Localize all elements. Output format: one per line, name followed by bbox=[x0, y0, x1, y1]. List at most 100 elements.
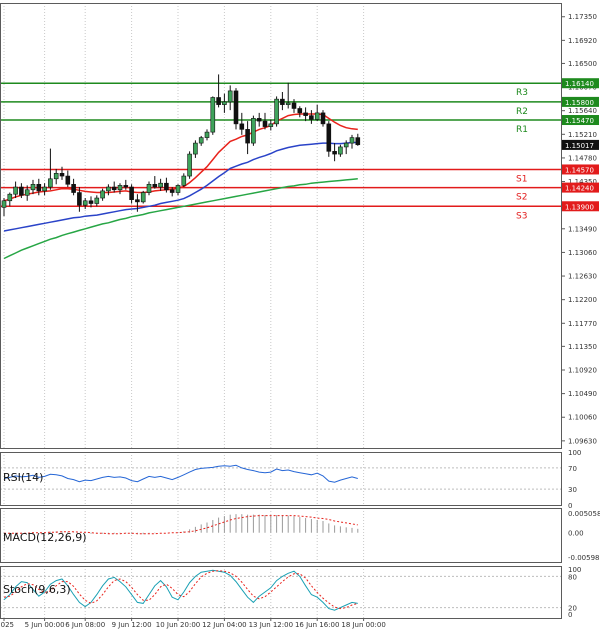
price-tick-label: 1.10920 bbox=[568, 366, 597, 374]
candle-body bbox=[169, 189, 175, 193]
candle-body bbox=[48, 178, 53, 188]
candle-body bbox=[193, 142, 198, 155]
chart-background bbox=[0, 0, 600, 632]
candle-body bbox=[164, 182, 169, 191]
candle bbox=[251, 115, 256, 146]
candle bbox=[326, 121, 332, 157]
price-tick-label: 1.10490 bbox=[568, 390, 597, 398]
candle-body bbox=[94, 197, 100, 204]
level-name-r2: R2 bbox=[516, 107, 528, 117]
candle-body bbox=[7, 193, 13, 202]
current-price-label: 1.15017 bbox=[565, 142, 594, 150]
candle-body bbox=[111, 186, 117, 191]
candle-body bbox=[135, 199, 140, 203]
candle-body bbox=[245, 129, 250, 144]
price-tick-label: 1.13490 bbox=[568, 225, 597, 233]
candle-body bbox=[280, 98, 285, 105]
candle-body bbox=[77, 192, 82, 206]
price-tick-label: 1.17350 bbox=[568, 13, 597, 21]
macd-tick-label: -0.005988 bbox=[568, 554, 600, 562]
time-tick-label: 16 Jun 16:00 bbox=[295, 621, 339, 629]
candle-body bbox=[320, 112, 326, 125]
candle bbox=[320, 110, 326, 127]
stoch-tick-label: 80 bbox=[568, 573, 577, 581]
candle-body bbox=[42, 186, 47, 192]
rsi-label: RSI(14) bbox=[3, 471, 43, 484]
candle-body bbox=[343, 142, 349, 148]
time-tick-label: 6 Jun 08:00 bbox=[65, 621, 105, 629]
macd-tick-label: 0.00 bbox=[568, 530, 584, 538]
candle-body bbox=[210, 97, 216, 133]
rsi-tick-label: 70 bbox=[568, 465, 577, 473]
candle-body bbox=[24, 189, 30, 196]
candle-body bbox=[82, 200, 88, 206]
candle-body bbox=[332, 151, 337, 155]
candle-body bbox=[13, 186, 18, 195]
time-tick-label: 10 Jun 20:00 bbox=[156, 621, 200, 629]
macd-label: MACD(12,26,9) bbox=[3, 531, 87, 544]
price-tick-label: 1.12200 bbox=[568, 296, 597, 304]
candle-body bbox=[314, 112, 320, 120]
candle-body bbox=[106, 186, 111, 192]
candle-body bbox=[222, 101, 227, 105]
candle-body bbox=[297, 108, 303, 114]
candle-body bbox=[36, 183, 42, 192]
candle-body bbox=[216, 97, 221, 105]
candle-body bbox=[71, 183, 76, 193]
price-tick-label: 1.10060 bbox=[568, 414, 597, 422]
candle bbox=[210, 96, 216, 135]
candle-body bbox=[204, 131, 210, 138]
candle-body bbox=[53, 173, 59, 180]
price-tick-label: 1.12630 bbox=[568, 273, 597, 281]
candle bbox=[274, 96, 279, 127]
level-name-s2: S2 bbox=[516, 193, 527, 203]
level-name-r1: R1 bbox=[516, 125, 528, 135]
candle-body bbox=[227, 90, 233, 103]
level-name-r3: R3 bbox=[516, 88, 528, 98]
candle-body bbox=[187, 153, 192, 177]
candle-body bbox=[65, 175, 71, 185]
candle-body bbox=[285, 102, 291, 105]
level-price-label: 1.15800 bbox=[565, 99, 594, 107]
candle-body bbox=[19, 186, 24, 196]
price-tick-label: 1.13060 bbox=[568, 249, 597, 257]
macd-tick-label: 0.005058 bbox=[568, 510, 600, 518]
candle-body bbox=[88, 200, 94, 204]
candle-body bbox=[30, 183, 36, 191]
price-tick-label: 1.16920 bbox=[568, 37, 597, 45]
candle-body bbox=[262, 120, 268, 127]
price-tick-label: 1.11350 bbox=[568, 343, 597, 351]
rsi-tick-label: 100 bbox=[568, 449, 581, 457]
level-name-s3: S3 bbox=[516, 211, 527, 221]
rsi-tick-label: 30 bbox=[568, 486, 577, 494]
price-tick-label: 1.15640 bbox=[568, 107, 597, 115]
candle-body bbox=[303, 112, 308, 116]
candle-body bbox=[117, 185, 123, 191]
candle-body bbox=[181, 175, 187, 186]
candle-body bbox=[355, 137, 361, 146]
time-tick-label: 18 Jun 00:00 bbox=[341, 621, 385, 629]
candle-body bbox=[158, 182, 163, 188]
forex-chart: 1.173501.169201.165001.160701.156401.152… bbox=[0, 0, 600, 632]
candle bbox=[187, 151, 192, 179]
price-tick-label: 1.14780 bbox=[568, 154, 597, 162]
level-price-label: 1.16140 bbox=[565, 80, 594, 88]
candle-body bbox=[256, 118, 262, 122]
level-price-label: 1.14240 bbox=[565, 185, 594, 193]
candle-body bbox=[59, 173, 65, 177]
candle-body bbox=[309, 115, 314, 120]
candle-body bbox=[146, 183, 152, 193]
candle-body bbox=[349, 137, 355, 144]
candle bbox=[140, 190, 146, 204]
level-price-label: 1.13900 bbox=[565, 203, 594, 211]
candle-body bbox=[100, 190, 105, 199]
stoch-tick-label: 0 bbox=[568, 611, 572, 619]
candle-body bbox=[140, 192, 146, 203]
price-tick-label: 1.15210 bbox=[568, 131, 597, 139]
candle-body bbox=[291, 102, 297, 109]
time-tick-label: 3 Jun 2025 bbox=[0, 621, 14, 629]
candle-body bbox=[251, 118, 256, 144]
candle bbox=[233, 88, 239, 130]
price-tick-label: 1.16500 bbox=[568, 60, 597, 68]
candle-body bbox=[274, 98, 279, 125]
